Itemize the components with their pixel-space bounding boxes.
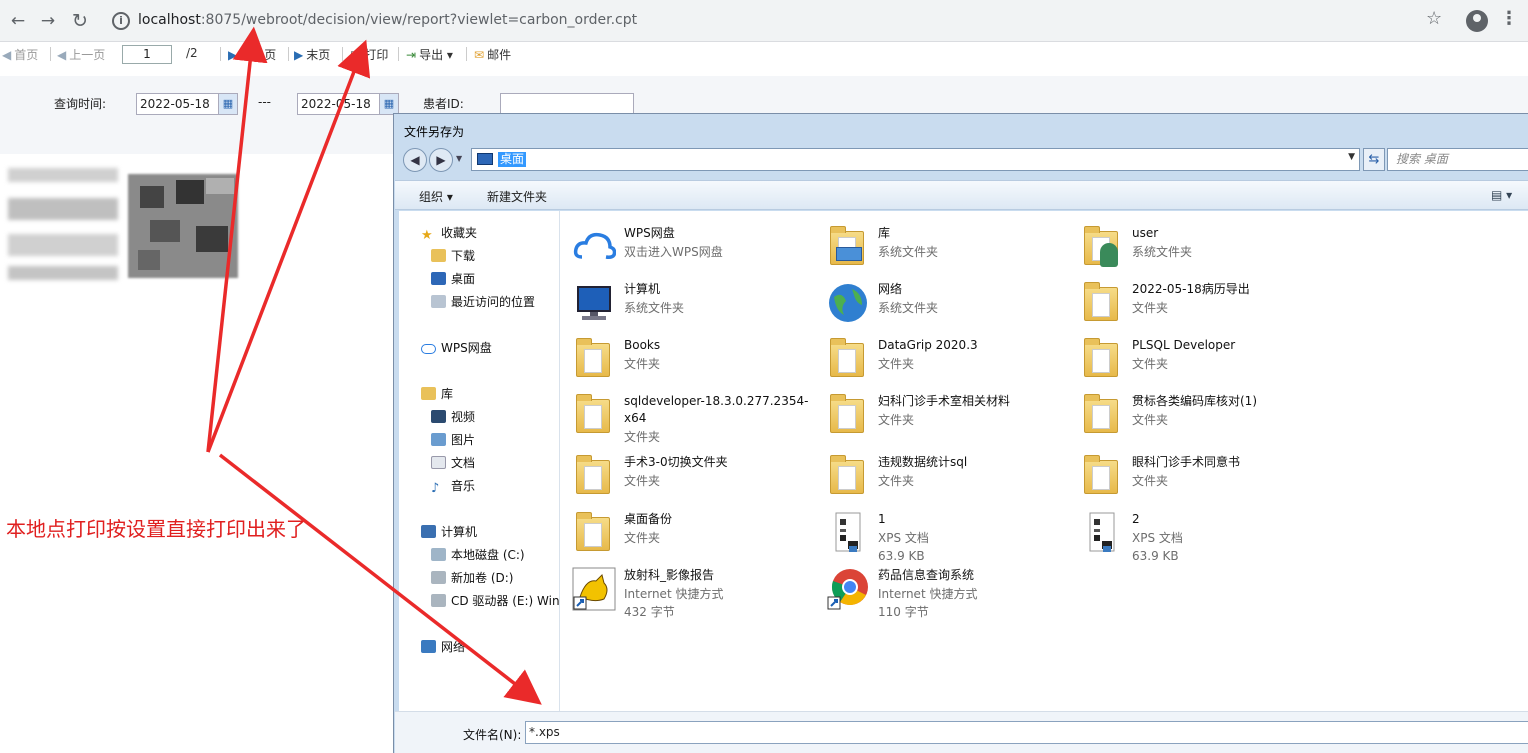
annotation-arrows [206,26,542,705]
screen: ← → ↻ i localhost:8075/webroot/decision/… [0,0,1528,753]
arrow-to-filename [218,453,542,705]
